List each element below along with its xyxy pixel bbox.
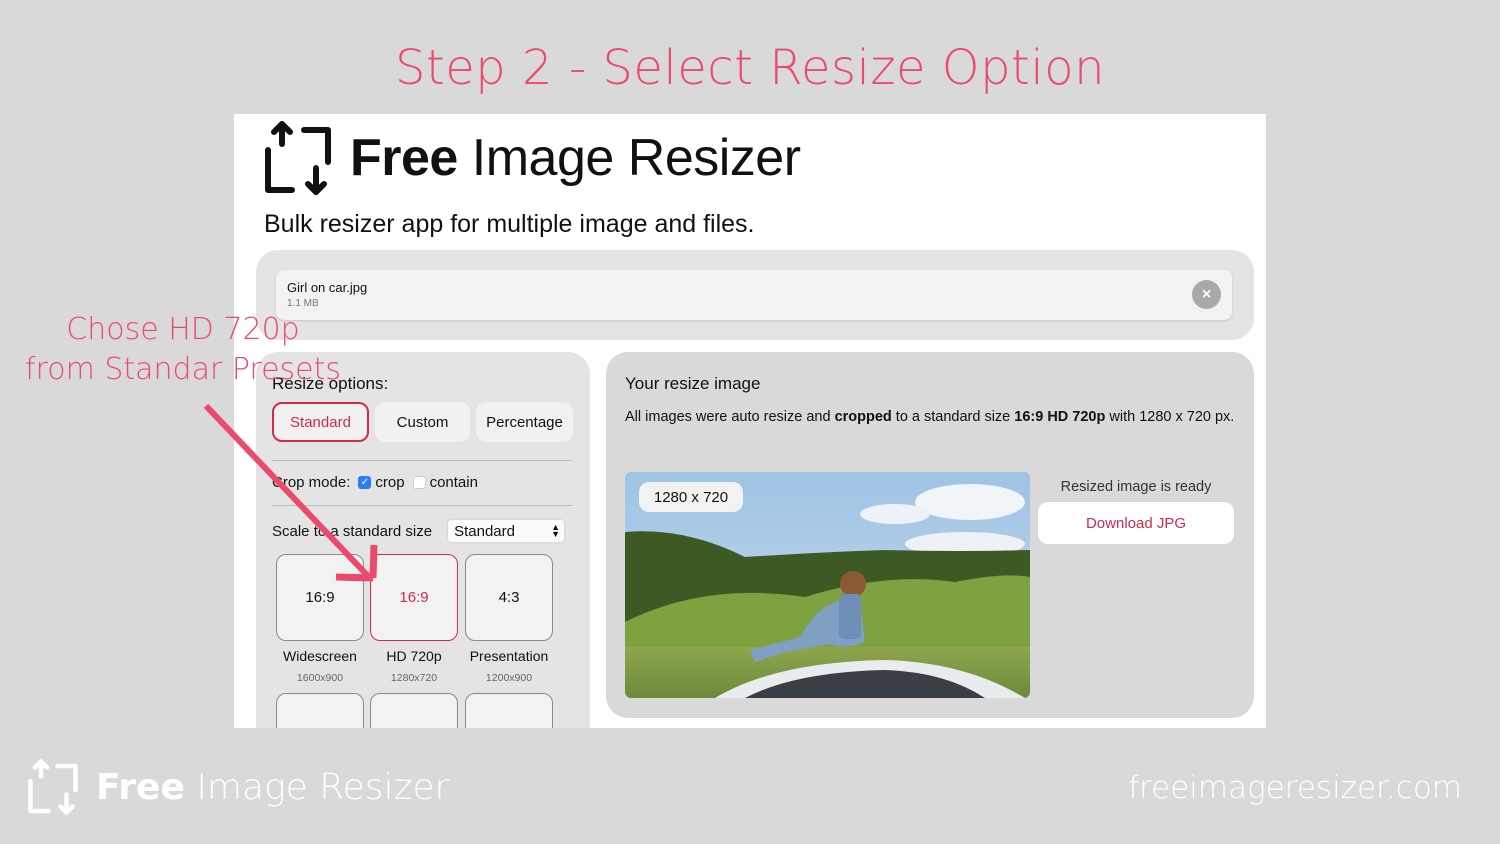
remove-file-button[interactable]: × [1192,280,1221,309]
annotation-line-1: Chose HD 720p [66,312,300,347]
ready-status: Resized image is ready [1060,479,1212,495]
crop-mode-row: Crop mode: ✓ crop contain [272,474,478,491]
divider [272,460,572,461]
select-value: Standard [454,522,515,540]
contain-label: contain [429,474,478,491]
preset-name: Widescreen [283,648,357,664]
result-panel: Your resize image All images were auto r… [606,352,1254,718]
footer-url: freeimageresizer.com [1128,770,1462,806]
callout-annotation: Chose HD 720p from Standar Presets [18,310,348,390]
app-subtitle: Bulk resizer app for multiple image and … [264,210,755,238]
result-description: All images were auto resize and cropped … [625,409,1235,425]
preset-hd-720p[interactable]: 16:9 HD 720p 1280x720 [370,554,458,684]
file-name: Girl on car.jpg [287,280,368,295]
app-title: Free Image Resizer [350,129,801,187]
standard-size-select[interactable]: Standard ▲ ▼ [448,520,565,542]
select-arrows-icon: ▲ ▼ [551,522,561,539]
resize-options-panel: Resize options: Standard Custom Percenta… [256,352,590,728]
tab-custom[interactable]: Custom [375,402,470,442]
resize-arrows-icon [28,759,78,815]
preset-more[interactable] [276,693,364,728]
app-header: Free Image Resizer [262,120,801,196]
preset-name: HD 720p [386,648,442,664]
preset-dims: 1200x900 [485,672,533,684]
resize-mode-tabs: Standard Custom Percentage [272,402,573,442]
preset-ratio: 4:3 [465,554,553,641]
image-dimension-badge: 1280 x 720 [639,482,743,512]
tab-standard[interactable]: Standard [272,402,369,442]
preset-presentation[interactable]: 4:3 Presentation 1200x900 [465,554,553,684]
slide-title: Step 2 - Select Resize Option [394,40,1105,96]
contain-checkbox[interactable] [412,476,426,489]
scale-row: Scale to a standard size Standard ▲ ▼ [272,520,565,542]
resized-image-preview: 1280 x 720 [625,472,1030,698]
preset-dims: 1280x720 [390,672,438,684]
footer-brand: Free Image Resizer [26,758,449,816]
preset-ratio: 16:9 [276,554,364,641]
file-item: Girl on car.jpg 1.1 MB × [276,270,1232,320]
download-jpg-button[interactable]: Download JPG [1038,502,1234,544]
footer-title: Free Image Resizer [96,766,450,808]
crop-label: crop [375,474,405,491]
divider [272,505,572,506]
annotation-line-2: from Standar Presets [24,352,342,387]
preset-dims: 1600x900 [296,672,344,684]
preset-ratio: 16:9 [370,554,458,641]
file-size: 1.1 MB [287,298,319,309]
file-list-panel: Girl on car.jpg 1.1 MB × [256,250,1254,340]
preset-more[interactable] [370,693,458,728]
close-icon: × [1201,285,1212,303]
preset-widescreen[interactable]: 16:9 Widescreen 1600x900 [276,554,364,684]
app-window: Free Image Resizer Bulk resizer app for … [234,114,1266,728]
crop-checkbox[interactable]: ✓ [358,476,372,489]
result-title: Your resize image [625,374,761,393]
preset-name: Presentation [469,648,549,664]
crop-mode-label: Crop mode: [272,474,351,491]
scale-label: Scale to a standard size [272,522,433,540]
resize-arrows-icon [265,121,331,195]
preset-more[interactable] [465,693,553,728]
tab-percentage[interactable]: Percentage [476,402,573,442]
